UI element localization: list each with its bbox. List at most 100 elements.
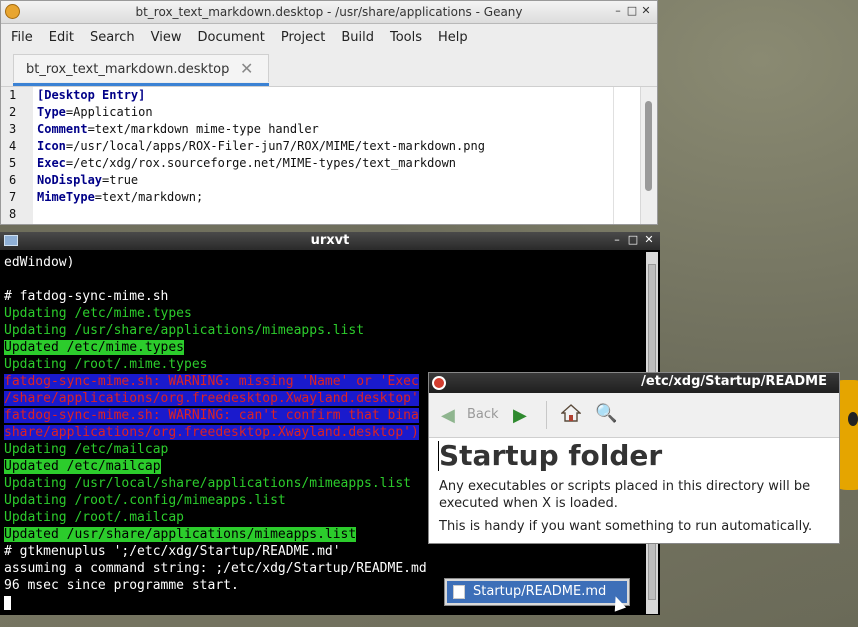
document-tabbar: bt_rox_text_markdown.desktop ✕ xyxy=(1,50,657,87)
terminal-line-text: Updating /usr/share/applications/mimeapp… xyxy=(4,323,365,338)
readme-titlebar[interactable]: /etc/xdg/Startup/README xyxy=(429,373,839,393)
menu-build[interactable]: Build xyxy=(333,30,382,45)
terminal-line-text: Updating /etc/mailcap xyxy=(4,442,169,457)
terminal-line-text: Updating /root/.mime.types xyxy=(4,357,208,372)
terminal-line: Updating /etc/mailcap xyxy=(4,441,427,458)
long-line-marker xyxy=(613,87,614,224)
terminal-line-text: Updating /usr/local/share/applications/m… xyxy=(4,476,411,491)
geany-titlebar[interactable]: bt_rox_text_markdown.desktop - /usr/shar… xyxy=(1,1,657,24)
readme-paragraph: This is handy if you want something to r… xyxy=(439,519,813,534)
menu-file[interactable]: File xyxy=(3,30,41,45)
minimize-icon[interactable]: – xyxy=(611,4,625,17)
terminal-line: /share/applications/org.freedesktop.Xway… xyxy=(4,390,427,407)
terminal-line-text: share/applications/org.freedesktop.Xwayl… xyxy=(4,425,419,440)
close-icon[interactable]: ✕ xyxy=(639,4,653,17)
readme-toolbar: ◀ Back ▶ 🔍 xyxy=(429,393,839,438)
terminal-line-text: fatdog-sync-mime.sh: WARNING: missing 'N… xyxy=(4,374,419,389)
menu-project[interactable]: Project xyxy=(273,30,333,45)
code-line: [Desktop Entry] xyxy=(37,88,145,102)
terminal-prompt-line[interactable] xyxy=(4,594,427,611)
terminal-line-text: edWindow) xyxy=(4,255,75,270)
close-icon[interactable]: ✕ xyxy=(643,233,655,246)
readme-window-title: /etc/xdg/Startup/README xyxy=(641,374,827,389)
home-icon[interactable] xyxy=(561,403,581,423)
terminal-output[interactable]: edWindow) # fatdog-sync-mime.sh Updating /… xyxy=(4,254,427,611)
code-value: =text/markdown mime-type handler xyxy=(87,122,319,136)
geany-window-title: bt_rox_text_markdown.desktop - /usr/shar… xyxy=(135,5,523,19)
toolbar-separator xyxy=(546,401,547,429)
code-line: Comment=text/markdown mime-type handler xyxy=(37,122,319,136)
terminal-line-text: fatdog-sync-mime.sh: WARNING: can't conf… xyxy=(4,408,419,423)
line-number: 7 xyxy=(9,190,17,204)
close-icon[interactable] xyxy=(432,376,446,390)
menu-edit[interactable]: Edit xyxy=(41,30,82,45)
tab-document[interactable]: bt_rox_text_markdown.desktop ✕ xyxy=(13,54,269,86)
menu-view[interactable]: View xyxy=(143,30,190,45)
terminal-line-text: # gtkmenuplus ';/etc/xdg/Startup/README.… xyxy=(4,544,341,559)
terminal-line-text: Updated /etc/mailcap xyxy=(4,459,161,474)
readme-paragraph: Any executables or scripts placed in thi… xyxy=(439,479,811,511)
readme-heading: Startup folder xyxy=(439,439,663,472)
terminal-line: Updated /usr/share/applications/mimeapps… xyxy=(4,526,427,543)
terminal-line-text: Updated /etc/mime.types xyxy=(4,340,185,355)
code-editor[interactable]: 1 2 3 4 5 6 7 8 [Desktop Entry] Type=App… xyxy=(1,87,657,224)
line-number: 1 xyxy=(9,88,17,102)
gtkmenuplus-popup-menu: Startup/README.md xyxy=(444,578,630,606)
code-key: MimeType xyxy=(37,190,95,204)
terminal-line: # fatdog-sync-mime.sh xyxy=(4,288,427,305)
document-icon xyxy=(453,585,465,599)
menu-tools[interactable]: Tools xyxy=(382,30,430,45)
minimize-icon[interactable]: – xyxy=(611,233,623,246)
code-key: Comment xyxy=(37,122,88,136)
code-value: =/etc/xdg/rox.sourceforge.net/MIME-types… xyxy=(65,156,457,170)
menu-item-label: Startup/README.md xyxy=(473,584,607,599)
code-key: Exec xyxy=(37,156,66,170)
tab-close-icon[interactable]: ✕ xyxy=(240,59,253,78)
terminal-line: assuming a command string: ;/etc/xdg/Sta… xyxy=(4,560,427,577)
code-line: Exec=/etc/xdg/rox.sourceforge.net/MIME-t… xyxy=(37,156,456,170)
editor-scrollbar[interactable] xyxy=(640,87,657,224)
tab-active-indicator xyxy=(13,83,269,86)
terminal-line-text: assuming a command string: ;/etc/xdg/Sta… xyxy=(4,561,427,576)
geany-menubar: File Edit Search View Document Project B… xyxy=(1,24,657,50)
maximize-icon[interactable]: □ xyxy=(627,233,639,246)
search-icon[interactable]: 🔍 xyxy=(595,403,617,424)
back-button[interactable]: Back xyxy=(467,407,499,422)
terminal-title: urxvt xyxy=(310,233,350,248)
terminal-line: share/applications/org.freedesktop.Xwayl… xyxy=(4,424,427,441)
menu-document[interactable]: Document xyxy=(189,30,272,45)
text-caret xyxy=(438,441,439,471)
geany-window: bt_rox_text_markdown.desktop - /usr/shar… xyxy=(0,0,658,225)
terminal-line: fatdog-sync-mime.sh: WARNING: missing 'N… xyxy=(4,373,427,390)
forward-arrow-icon[interactable]: ▶ xyxy=(513,405,527,426)
menu-help[interactable]: Help xyxy=(430,30,476,45)
readme-viewer-window: /etc/xdg/Startup/README ◀ Back ▶ 🔍 Start… xyxy=(428,372,840,544)
terminal-line: 96 msec since programme start. xyxy=(4,577,427,594)
terminal-line-text: # fatdog-sync-mime.sh xyxy=(4,289,169,304)
terminal-line-text: Updating /etc/mime.types xyxy=(4,306,192,321)
editor-scrollbar-thumb[interactable] xyxy=(645,101,652,191)
section-header: [Desktop Entry] xyxy=(37,88,146,102)
code-value: =/usr/local/apps/ROX-Filer-jun7/ROX/MIME… xyxy=(65,139,485,153)
terminal-titlebar[interactable]: urxvt – □ ✕ xyxy=(0,232,660,250)
line-number: 4 xyxy=(9,139,17,153)
code-value: =text/markdown; xyxy=(94,190,204,204)
line-number: 8 xyxy=(9,207,17,221)
menu-item-startup-readme[interactable]: Startup/README.md xyxy=(447,581,627,603)
code-line: Type=Application xyxy=(37,105,153,119)
terminal-line: Updating /root/.mime.types xyxy=(4,356,427,373)
readme-content: Startup folder Any executables or script… xyxy=(438,439,839,535)
terminal-line-text: /share/applications/org.freedesktop.Xway… xyxy=(4,391,419,406)
terminal-line-text: Updating /root/.config/mimeapps.list xyxy=(4,493,286,508)
terminal-line: edWindow) xyxy=(4,254,427,271)
back-arrow-icon[interactable]: ◀ xyxy=(441,405,455,426)
menu-search[interactable]: Search xyxy=(82,30,143,45)
code-key: NoDisplay xyxy=(37,173,103,187)
line-number-gutter xyxy=(1,87,33,224)
terminal-line-text: Updated /usr/share/applications/mimeapps… xyxy=(4,527,357,542)
terminal-line: # gtkmenuplus ';/etc/xdg/Startup/README.… xyxy=(4,543,427,560)
code-key: Type xyxy=(37,105,66,119)
maximize-icon[interactable]: □ xyxy=(625,4,639,17)
line-number: 3 xyxy=(9,122,17,136)
terminal-line: Updating /root/.mailcap xyxy=(4,509,427,526)
